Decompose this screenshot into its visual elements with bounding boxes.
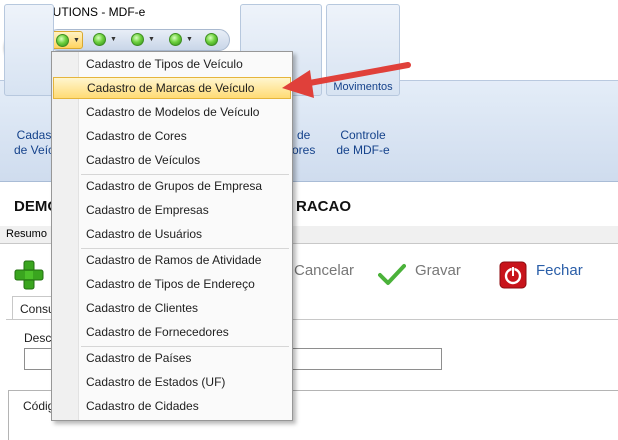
- plus-icon[interactable]: [12, 258, 46, 292]
- ribbon-button-controle-line1: Controle: [340, 128, 386, 142]
- menu-item-empresas[interactable]: Cadastro de Empresas: [79, 199, 291, 221]
- ribbon-button-controle-mdfe[interactable]: Controle de MDF-e: [336, 128, 390, 158]
- power-icon: [499, 261, 527, 289]
- menu-item-tipos-veiculo[interactable]: Cadastro de Tipos de Veículo: [79, 53, 291, 75]
- ribbon-button-cadastros-line1: Cadas: [16, 128, 52, 142]
- menu-item-cores[interactable]: Cadastro de Cores: [79, 125, 291, 147]
- menu-item-estados-uf[interactable]: Cadastro de Estados (UF): [79, 371, 291, 393]
- qat-cadastros-button[interactable]: ▼: [51, 31, 83, 49]
- ribbon-group-movimentos: Movimentos: [326, 4, 400, 96]
- qat-button-4[interactable]: ▼: [165, 31, 197, 49]
- menu-item-fornecedores[interactable]: Cadastro de Fornecedores: [79, 321, 291, 343]
- qat-button-3[interactable]: ▼: [127, 31, 159, 49]
- menu-item-ramos-atividade[interactable]: Cadastro de Ramos de Atividade: [79, 249, 291, 271]
- qat-button-2[interactable]: ▼: [89, 31, 121, 49]
- ribbon-button-hidden-line2: ores: [292, 143, 316, 157]
- description-label: Desc: [24, 331, 52, 345]
- green-dot-icon: [205, 33, 218, 46]
- check-icon: [378, 264, 406, 285]
- save-button[interactable]: Gravar: [415, 262, 461, 286]
- chevron-down-icon: ▼: [110, 36, 117, 43]
- tab-resumo[interactable]: Resumo: [6, 228, 47, 240]
- ribbon-group-cadastros: [4, 4, 54, 96]
- menu-item-usuarios[interactable]: Cadastro de Usuários: [79, 223, 291, 245]
- ribbon-button-cadastros-line2: de Veíc: [14, 143, 55, 157]
- ribbon-button-controle-line2: de MDF-e: [336, 143, 390, 157]
- chevron-down-icon: ▼: [148, 36, 155, 43]
- page-title-continued: RACAO: [296, 198, 351, 215]
- ribbon-button-cadastros[interactable]: Cadas de Veíc: [14, 128, 54, 158]
- menu-item-veiculos[interactable]: Cadastro de Veículos: [79, 149, 291, 171]
- grid-column-codigo[interactable]: Códig: [23, 399, 54, 413]
- menu-item-tipos-endereco[interactable]: Cadastro de Tipos de Endereço: [79, 273, 291, 295]
- tab-consulta-label: Consu: [20, 302, 55, 316]
- ribbon-button-hidden[interactable]: de ores: [292, 128, 315, 158]
- green-dot-icon: [169, 33, 182, 46]
- close-button[interactable]: Fechar: [536, 262, 583, 286]
- green-dot-icon: [93, 33, 106, 46]
- menu-item-clientes[interactable]: Cadastro de Clientes: [79, 297, 291, 319]
- menu-icon-gutter: [52, 52, 79, 420]
- cancel-button[interactable]: Cancelar: [294, 262, 354, 286]
- menu-item-marcas-veiculo[interactable]: Cadastro de Marcas de Veículo: [53, 77, 291, 99]
- menu-item-paises[interactable]: Cadastro de Países: [79, 347, 291, 369]
- menu-item-grupos-empresa[interactable]: Cadastro de Grupos de Empresa: [79, 175, 291, 197]
- menu-item-cidades[interactable]: Cadastro de Cidades: [79, 395, 291, 417]
- qat-button-5[interactable]: [201, 31, 221, 49]
- chevron-down-icon: ▼: [186, 36, 193, 43]
- chevron-down-icon: ▼: [73, 37, 80, 44]
- ribbon-group-caption: Movimentos: [333, 81, 393, 93]
- green-dot-icon: [56, 34, 69, 47]
- ribbon-button-hidden-line1: de: [296, 128, 311, 142]
- menu-item-modelos-veiculo[interactable]: Cadastro de Modelos de Veículo: [79, 101, 291, 123]
- green-dot-icon: [131, 33, 144, 46]
